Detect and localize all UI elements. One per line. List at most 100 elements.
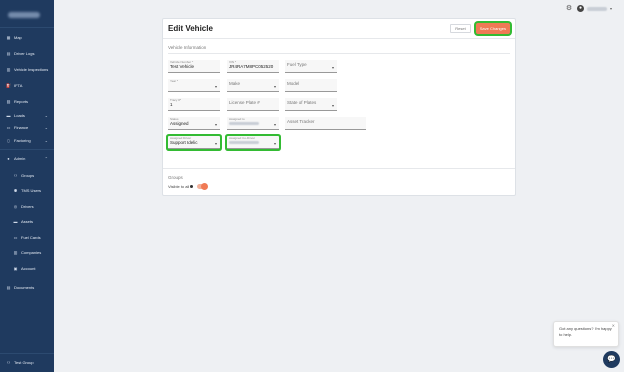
sidebar-item-drivers[interactable]: ◎ Drivers	[0, 202, 54, 211]
sidebar-item-ifta[interactable]: ⛽ IFTA	[0, 81, 54, 90]
report-icon: ▧	[6, 99, 11, 104]
sidebar: ▦ Map ▤ Driver Logs ▥ Vehicle Inspections ⛽…	[0, 0, 54, 372]
user-menu[interactable]: ● ▾	[577, 4, 615, 13]
company-logo[interactable]	[8, 10, 44, 20]
page-title: Edit Vehicle	[168, 24, 213, 33]
sidebar-item-reports[interactable]: ▧ Reports	[0, 97, 54, 106]
sidebar-divider	[0, 27, 54, 28]
chevron-up-icon: ⌃	[44, 156, 48, 161]
sidebar-item-documents[interactable]: ▤ Documents	[0, 283, 54, 292]
vin-field[interactable]: VIN * JR4RA7M8PC052520	[227, 60, 279, 73]
sidebar-item-driver-logs[interactable]: ▤ Driver Logs	[0, 49, 54, 58]
sidebar-item-label: Documents	[14, 285, 35, 290]
field-label: Assigned to	[229, 117, 245, 121]
field-label: Assigned Co-Driver	[229, 136, 256, 140]
truck-icon: ▬	[13, 219, 18, 224]
field-placeholder: Make	[229, 81, 241, 86]
field-value: JR4RA7M8PC052520	[229, 64, 274, 70]
sidebar-item-assets[interactable]: ▬ Assets	[0, 217, 54, 226]
sidebar-item-admin[interactable]: ● Admin ⌃	[0, 154, 54, 163]
sidebar-item-label: TMS Users	[21, 188, 41, 193]
sidebar-item-label: Reports	[14, 99, 29, 104]
groups-section: Groups Visible to all	[163, 168, 515, 195]
field-label: Year *	[170, 79, 179, 83]
group-switcher[interactable]: ⚇ Test Group	[0, 358, 54, 367]
building-icon: ▥	[13, 250, 18, 255]
chevron-down-icon: ⌄	[44, 138, 48, 143]
sidebar-item-label: Factoring	[14, 138, 31, 143]
sidebar-item-label: IFTA	[14, 83, 23, 88]
visible-to-all-row: Visible to all	[168, 183, 510, 190]
steering-icon: ◎	[13, 204, 18, 209]
close-icon[interactable]: ✕	[612, 323, 615, 329]
chevron-down-icon: ⌄	[44, 113, 48, 118]
user-icon: ⚉	[13, 188, 18, 193]
map-icon: ▦	[6, 35, 11, 40]
caret-down-icon: ▾	[214, 122, 217, 127]
assigned-co-driver-select[interactable]: Assigned Co-Driver ▾	[227, 136, 279, 149]
sidebar-item-label: Vehicle Inspections	[14, 67, 49, 72]
toggle-knob	[201, 183, 209, 190]
group-icon: ⚇	[13, 173, 18, 178]
sidebar-item-label: Groups	[21, 173, 35, 178]
field-placeholder: Model	[287, 81, 300, 86]
sidebar-divider	[0, 149, 54, 150]
settings-gear-icon[interactable]: ⚙	[565, 5, 573, 13]
sidebar-item-vehicle-inspections[interactable]: ▥ Vehicle Inspections	[0, 65, 54, 74]
card-icon: ▭	[13, 235, 18, 240]
field-placeholder: Asset Tracker	[287, 119, 315, 124]
field-value: Assigned	[170, 121, 189, 127]
sidebar-item-loads[interactable]: ▬ Loads ⌄	[0, 111, 54, 120]
tracy-number-field[interactable]: Tracy #* 1	[168, 98, 220, 111]
person-icon: ●	[577, 5, 584, 12]
chat-prompt-bubble[interactable]: ✕ Got any questions? I'm happy to help.	[553, 321, 619, 347]
reset-button[interactable]: Reset	[450, 24, 471, 33]
sidebar-item-map[interactable]: ▦ Map	[0, 33, 54, 42]
chevron-down-icon: ▾	[610, 6, 613, 11]
state-of-plates-select[interactable]: State of Plates ▾	[285, 98, 337, 111]
sidebar-item-tms-users[interactable]: ⚉ TMS Users	[0, 186, 54, 195]
assigned-driver-select[interactable]: Assigned Driver Support Idelic ▾	[168, 136, 220, 149]
asset-tracker-field[interactable]: Asset Tracker	[285, 117, 366, 130]
sidebar-item-finance[interactable]: ▭ Finance ⌄	[0, 123, 54, 132]
caret-down-icon: ▾	[273, 122, 276, 127]
section-title-vehicle-information: Vehicle Information	[168, 45, 207, 50]
field-placeholder: State of Plates	[287, 100, 317, 105]
sidebar-divider	[0, 353, 54, 354]
sidebar-item-label: Fuel Cards	[21, 235, 41, 240]
redacted-value	[229, 141, 259, 145]
year-select[interactable]: Year * ▾	[168, 79, 220, 92]
sidebar-item-label: Admin	[14, 156, 26, 161]
caret-down-icon: ▾	[331, 65, 334, 70]
visible-to-all-toggle[interactable]	[197, 183, 209, 190]
license-plate-field[interactable]: License Plate #	[227, 98, 279, 111]
vehicle-form: Vehicle Number * Test Vehicle VIN * JR4R…	[163, 54, 515, 166]
save-changes-button[interactable]: Save Changes	[475, 23, 510, 34]
groups-title: Groups	[168, 175, 183, 180]
info-icon[interactable]	[190, 185, 194, 188]
sidebar-item-companies[interactable]: ▥ Companies	[0, 248, 54, 257]
book-icon: ▤	[6, 51, 11, 56]
truck-icon: ▬	[6, 113, 11, 118]
fuel-type-select[interactable]: Fuel Type ▾	[285, 60, 337, 73]
field-value: 1	[170, 102, 173, 108]
model-field[interactable]: Model	[285, 79, 337, 92]
visible-to-all-label: Visible to all	[168, 184, 190, 189]
make-select[interactable]: Make ▾	[227, 79, 279, 92]
field-value: Support Idelic	[170, 140, 198, 146]
status-select[interactable]: Status Assigned ▾	[168, 117, 220, 130]
user-name	[587, 6, 607, 11]
sidebar-item-groups[interactable]: ⚇ Groups	[0, 171, 54, 180]
sidebar-item-fuel-cards[interactable]: ▭ Fuel Cards	[0, 233, 54, 242]
wallet-icon: ▭	[6, 125, 11, 130]
sidebar-item-factoring[interactable]: ▯ Factoring ⌄	[0, 136, 54, 145]
sidebar-item-label: Assets	[21, 219, 34, 224]
redacted-value	[229, 122, 259, 126]
document-icon: ▤	[6, 285, 11, 290]
sidebar-item-account[interactable]: ▣ Account	[0, 264, 54, 273]
sidebar-item-label: Driver Logs	[14, 51, 35, 56]
assigned-to-select[interactable]: Assigned to ▾	[227, 117, 279, 130]
chat-launcher-icon[interactable]: 💬	[603, 351, 620, 368]
vehicle-number-field[interactable]: Vehicle Number * Test Vehicle	[168, 60, 220, 73]
gear-icon: ●	[7, 156, 10, 161]
